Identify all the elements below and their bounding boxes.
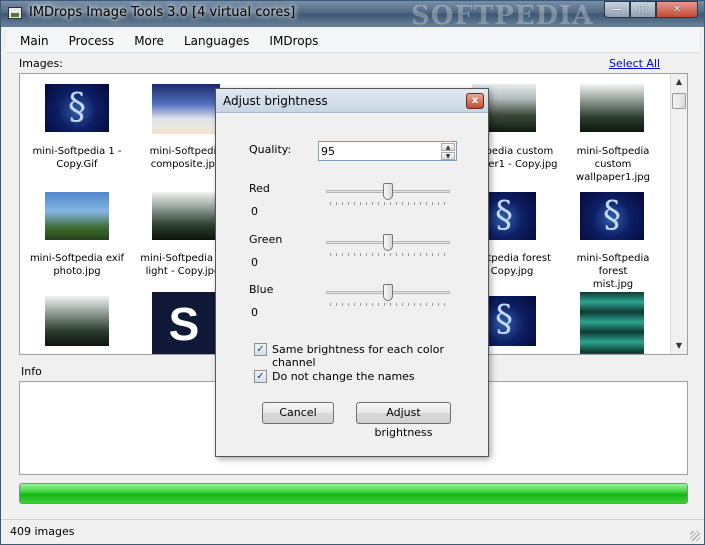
quality-input[interactable] [319, 142, 437, 160]
tile-caption: mini-Softpedia 1 - [32, 146, 122, 157]
app-icon [8, 7, 22, 19]
cancel-button[interactable]: Cancel [262, 402, 334, 424]
thumbnail-image[interactable] [45, 84, 109, 132]
green-slider-thumb[interactable] [383, 234, 393, 251]
close-button[interactable]: ✕ [656, 1, 698, 18]
green-value: 0 [251, 256, 258, 269]
blue-slider-thumb[interactable] [383, 284, 393, 301]
image-tile[interactable]: mini-Softpedia custom wallpaper1.jpg [561, 145, 665, 184]
tile-caption: photo.jpg [53, 266, 101, 277]
tile-caption: fpedia custom [482, 146, 554, 157]
minimize-button[interactable]: — [604, 1, 630, 18]
select-all-link[interactable]: Select All [609, 57, 660, 70]
blue-value: 0 [251, 306, 258, 319]
menu-more[interactable]: More [127, 31, 171, 51]
dialog-title-bar[interactable]: Adjust brightness x [216, 89, 488, 113]
quality-label: Quality: [249, 143, 292, 156]
tile-caption: mist.jpg [592, 279, 634, 290]
close-icon: x [471, 95, 479, 106]
softpedia-watermark: SOFTPEDIA [411, 1, 594, 31]
menu-bar: Main Process More Languages IMDrops [7, 29, 699, 53]
thumbnail-image[interactable] [580, 192, 644, 240]
thumbnail-image[interactable] [580, 84, 644, 132]
status-bar: 409 images [1, 519, 704, 544]
quality-spinbox: ▲ ▼ [318, 141, 457, 161]
slider-ticks [330, 202, 446, 205]
blue-label: Blue [249, 283, 274, 296]
thumbnail-image[interactable] [152, 84, 220, 134]
tile-caption: wallpaper1.jpg [576, 172, 650, 183]
adjust-brightness-button[interactable]: Adjust brightness [356, 402, 451, 439]
thumbnail-image[interactable] [152, 292, 216, 354]
same-brightness-checkbox[interactable]: ✓ [254, 343, 267, 356]
image-tile[interactable]: ftpedia forest - Copy.jpg [484, 252, 564, 278]
tile-caption: mini-Softpedia exif [29, 253, 125, 264]
thumbnail-image[interactable] [580, 292, 644, 354]
dialog-close-button[interactable]: x [466, 93, 484, 109]
tile-caption: mini-Softpedia forest [576, 253, 650, 277]
image-tile[interactable]: mini-Softpedia 1 - Copy.Gif [27, 145, 127, 171]
spin-up-icon[interactable]: ▲ [441, 143, 455, 151]
no-rename-label[interactable]: Do not change the names [272, 370, 415, 383]
tile-caption: mini-Softpedia custom [576, 146, 650, 170]
spin-down-icon[interactable]: ▼ [441, 152, 455, 160]
red-value: 0 [251, 205, 258, 218]
checkmark-icon: ✓ [256, 371, 265, 382]
slider-ticks [330, 303, 446, 306]
tile-caption: Copy.Gif [56, 159, 98, 170]
images-scrollbar[interactable]: ▲ ▼ [670, 74, 687, 354]
progress-fill [20, 484, 687, 503]
scroll-down-icon[interactable]: ▼ [671, 338, 687, 354]
images-label: Images: [19, 57, 63, 70]
red-slider-thumb[interactable] [383, 183, 393, 200]
adjust-brightness-dialog: Adjust brightness x Quality: ▲ ▼ Red 0 G… [215, 88, 489, 457]
same-brightness-label[interactable]: Same brightness for each color channel [272, 343, 483, 369]
maximize-button[interactable]: □ [630, 1, 656, 18]
info-label: Info [21, 365, 42, 378]
red-slider[interactable] [326, 182, 450, 206]
menu-imdrops[interactable]: IMDrops [262, 31, 325, 51]
maximize-icon: □ [638, 4, 648, 15]
menu-main[interactable]: Main [13, 31, 56, 51]
scroll-up-icon[interactable]: ▲ [671, 74, 687, 90]
progress-bar [19, 483, 688, 504]
caption-buttons: — □ ✕ [604, 1, 698, 19]
blue-slider[interactable] [326, 283, 450, 307]
no-rename-checkbox[interactable]: ✓ [254, 370, 267, 383]
dialog-title: Adjust brightness [223, 94, 328, 108]
scroll-thumb[interactable] [672, 93, 686, 109]
green-slider[interactable] [326, 233, 450, 257]
tile-caption: ftpedia forest [484, 253, 552, 264]
image-tile[interactable]: mini-Softpedia forest mist.jpg [561, 252, 665, 291]
menu-process[interactable]: Process [62, 31, 122, 51]
red-label: Red [249, 182, 270, 195]
thumbnail-image[interactable] [45, 296, 109, 346]
green-label: Green [249, 233, 283, 246]
menu-languages[interactable]: Languages [177, 31, 256, 51]
image-tile[interactable]: fpedia custom per1 - Copy.jpg [482, 145, 562, 171]
slider-ticks [330, 253, 446, 256]
resize-grip-icon[interactable] [690, 531, 700, 541]
checkmark-icon: ✓ [256, 344, 265, 355]
image-count: 409 images [10, 525, 75, 538]
minimize-icon: — [612, 4, 622, 15]
tile-caption: - Copy.jpg [484, 266, 534, 277]
dialog-body: Quality: ▲ ▼ Red 0 Green 0 Blue 0 ✓ Same… [221, 114, 483, 452]
tile-caption: per1 - Copy.jpg [482, 159, 558, 170]
thumbnail-image[interactable] [45, 192, 109, 240]
thumbnail-image[interactable] [152, 192, 216, 240]
image-tile[interactable]: mini-Softpedia exif photo.jpg [25, 252, 129, 278]
window-title: IMDrops Image Tools 3.0 [4 virtual cores… [29, 5, 296, 20]
close-icon: ✕ [672, 4, 682, 15]
title-bar[interactable]: IMDrops Image Tools 3.0 [4 virtual cores… [1, 1, 704, 31]
